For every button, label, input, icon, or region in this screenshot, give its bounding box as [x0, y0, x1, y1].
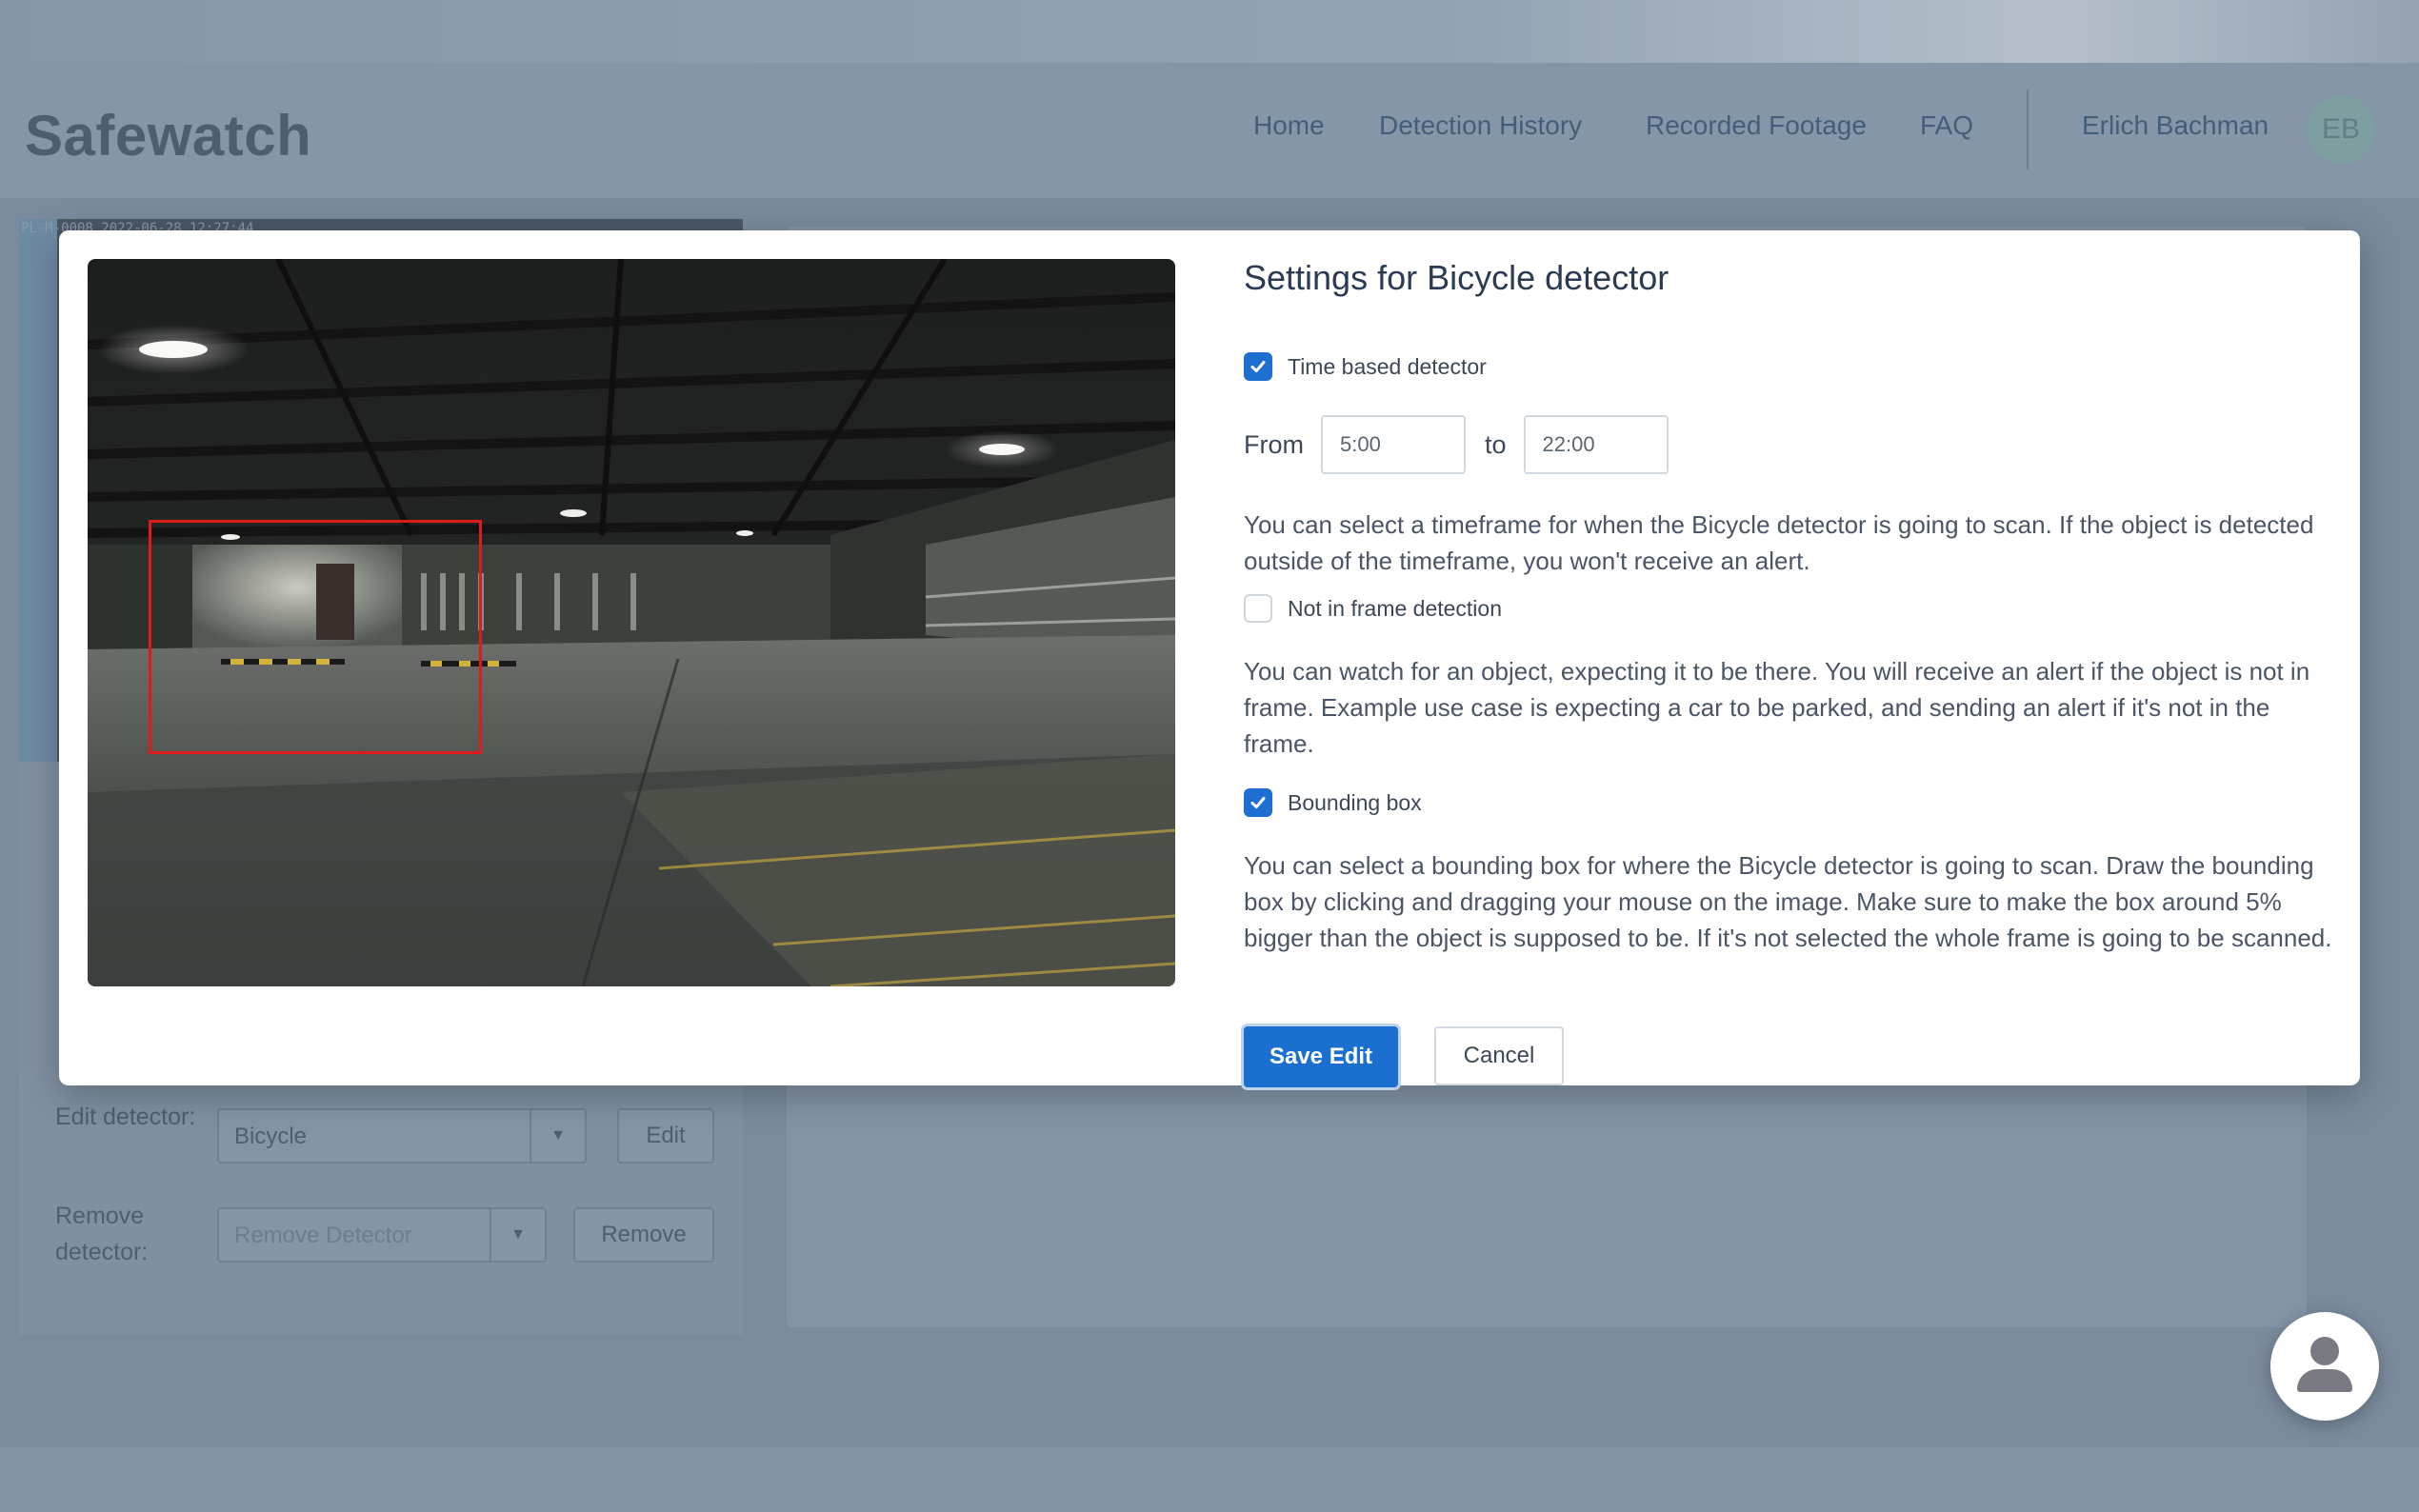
- bounding-box-row[interactable]: Bounding box: [1244, 788, 1422, 817]
- checkbox-checked-icon[interactable]: [1244, 352, 1272, 381]
- cancel-button[interactable]: Cancel: [1434, 1026, 1564, 1085]
- edit-detector-label: Edit detector:: [55, 1104, 196, 1130]
- edit-button[interactable]: Edit: [617, 1108, 714, 1164]
- chat-support-icon: [2310, 1337, 2339, 1365]
- to-time-input[interactable]: 22:00: [1523, 415, 1669, 474]
- time-based-label: Time based detector: [1288, 353, 1487, 379]
- not-in-frame-help-text: You can watch for an object, expecting i…: [1244, 657, 2310, 758]
- time-help-text: You can select a timeframe for when the …: [1244, 510, 2314, 575]
- bounding-box-selection[interactable]: [149, 520, 482, 754]
- time-range-row: From 5:00 to 22:00: [1244, 415, 1669, 474]
- bounding-box-help-text: You can select a bounding box for where …: [1244, 851, 2332, 952]
- user-name[interactable]: Erlich Bachman: [2082, 110, 2269, 141]
- nav-recorded-footage[interactable]: Recorded Footage: [1646, 110, 1867, 141]
- remove-detector-placeholder: Remove Detector: [234, 1223, 412, 1248]
- nav-home[interactable]: Home: [1253, 110, 1325, 141]
- remove-button[interactable]: Remove: [573, 1207, 714, 1263]
- chevron-down-icon: ▼: [490, 1209, 545, 1261]
- logo[interactable]: Safewatch: [25, 103, 311, 169]
- not-in-frame-label: Not in frame detection: [1288, 595, 1503, 621]
- chat-support-icon-body: [2297, 1369, 2352, 1392]
- to-label: to: [1485, 429, 1507, 459]
- bounding-box-label: Bounding box: [1288, 789, 1422, 815]
- modal-title: Settings for Bicycle detector: [1244, 258, 1669, 297]
- from-time-input[interactable]: 5:00: [1321, 415, 1466, 474]
- detector-settings-modal: Settings for Bicycle detector Time based…: [59, 230, 2360, 1087]
- site-header: Safewatch Home Detection History Recorde…: [0, 63, 2419, 198]
- edit-detector-select[interactable]: Bicycle ▼: [217, 1108, 587, 1164]
- nav-divider: [2027, 90, 2029, 169]
- camera-feed-edge: [19, 219, 57, 762]
- top-strip: [0, 0, 2419, 63]
- time-based-row[interactable]: Time based detector: [1244, 352, 1487, 381]
- avatar[interactable]: EB: [2307, 95, 2375, 164]
- chat-support-button[interactable]: [2270, 1312, 2379, 1421]
- footer: [0, 1447, 2419, 1512]
- nav-faq[interactable]: FAQ: [1920, 110, 1973, 141]
- checkbox-checked-icon[interactable]: [1244, 788, 1272, 817]
- not-in-frame-row[interactable]: Not in frame detection: [1244, 594, 1502, 623]
- checkbox-unchecked-icon[interactable]: [1244, 594, 1272, 623]
- settings-panel: Settings for Bicycle detector Time based…: [1244, 257, 2339, 1087]
- from-label: From: [1244, 429, 1304, 459]
- camera-snapshot[interactable]: [88, 259, 1175, 986]
- edit-detector-value: Bicycle: [234, 1124, 308, 1149]
- nav-detection-history[interactable]: Detection History: [1379, 110, 1582, 141]
- remove-detector-label: Remove detector:: [55, 1203, 149, 1265]
- remove-detector-select[interactable]: Remove Detector ▼: [217, 1207, 547, 1263]
- chevron-down-icon: ▼: [530, 1110, 585, 1162]
- save-edit-button[interactable]: Save Edit: [1244, 1026, 1398, 1087]
